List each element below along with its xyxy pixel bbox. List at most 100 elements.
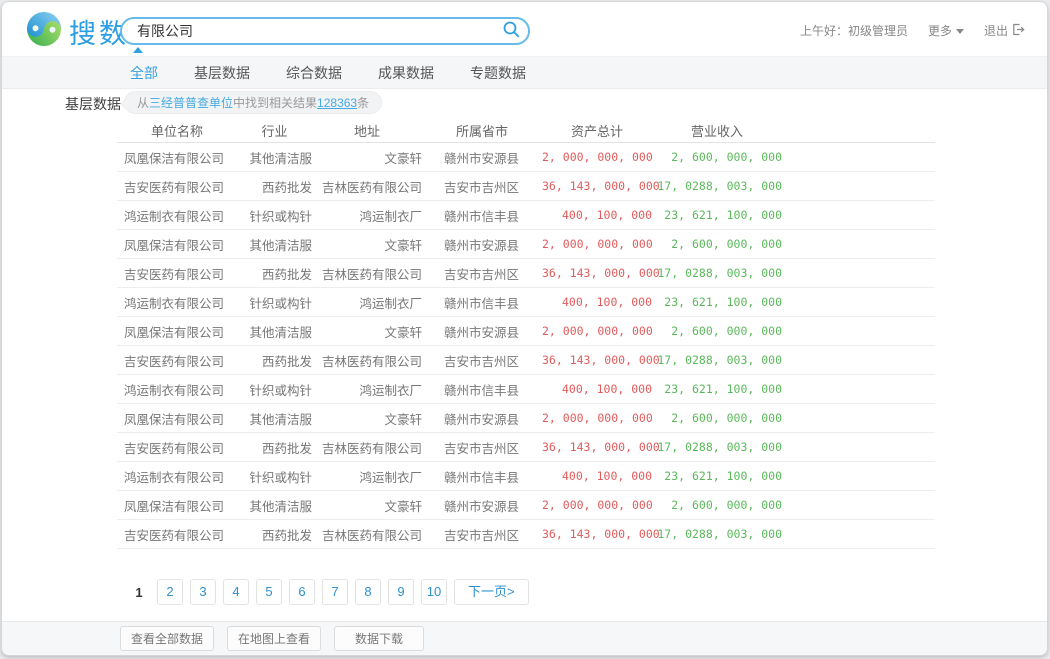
cell-province-city: 赣州市安源县 [422, 235, 542, 254]
cell-industry: 其他清洁服 [237, 496, 312, 515]
cell-address: 鸿运制衣厂 [312, 206, 422, 225]
table-row[interactable]: 凤凰保洁有限公司 其他清洁服 文豪轩 赣州市安源县 2, 000, 000, 0… [117, 317, 935, 346]
cell-company-name: 鸿运制衣有限公司 [117, 380, 237, 399]
tab-basic-data[interactable]: 基层数据 [194, 63, 250, 83]
cell-revenue: 17, 0288, 003, 000 [652, 266, 782, 280]
cell-province-city: 赣州市安源县 [422, 496, 542, 515]
page-button[interactable]: 6 [289, 579, 315, 605]
cell-revenue: 2, 600, 000, 000 [652, 324, 782, 338]
cell-company-name: 吉安医药有限公司 [117, 177, 237, 196]
cell-total-assets: 36, 143, 000, 000 [542, 353, 652, 367]
user-greeting: 上午好：初级管理员 [800, 22, 908, 39]
cell-total-assets: 2, 000, 000, 000 [542, 324, 652, 338]
table-body: 凤凰保洁有限公司 其他清洁服 文豪轩 赣州市安源县 2, 000, 000, 0… [117, 143, 935, 549]
col-header-address: 地址 [312, 121, 422, 140]
cell-province-city: 赣州市安源县 [422, 322, 542, 341]
cell-company-name: 吉安医药有限公司 [117, 438, 237, 457]
table-row[interactable]: 鸿运制衣有限公司 针织或构针 鸿运制衣厂 赣州市信丰县 400, 100, 00… [117, 288, 935, 317]
table-row[interactable]: 吉安医药有限公司 西药批发 吉林医药有限公司 吉安市吉州区 36, 143, 0… [117, 172, 935, 201]
more-menu[interactable]: 更多 [928, 22, 964, 39]
next-page-button[interactable]: 下一页> [454, 579, 529, 605]
cell-total-assets: 36, 143, 000, 000 [542, 440, 652, 454]
page-button[interactable]: 2 [157, 579, 183, 605]
cell-address: 吉林医药有限公司 [312, 438, 422, 457]
cell-industry: 针织或构针 [237, 467, 312, 486]
cell-company-name: 鸿运制衣有限公司 [117, 467, 237, 486]
cell-industry: 其他清洁服 [237, 322, 312, 341]
cell-company-name: 凤凰保洁有限公司 [117, 409, 237, 428]
result-summary: 基层数据 从三经普普查单位中找到相关结果128363条 [2, 90, 1047, 116]
col-header-industry: 行业 [237, 121, 312, 140]
page-button[interactable]: 7 [322, 579, 348, 605]
cell-revenue: 23, 621, 100, 000 [652, 469, 782, 483]
page-button[interactable]: 5 [256, 579, 282, 605]
cell-revenue: 2, 600, 000, 000 [652, 411, 782, 425]
table-header-row: 单位名称 行业 地址 所属省市 资产总计 营业收入 [117, 118, 935, 143]
cell-address: 文豪轩 [312, 148, 422, 167]
search-button[interactable] [494, 19, 528, 43]
page-button[interactable]: 8 [355, 579, 381, 605]
cell-industry: 西药批发 [237, 264, 312, 283]
search-input[interactable] [122, 23, 494, 39]
result-count-bubble: 从三经普普查单位中找到相关结果128363条 [124, 91, 382, 114]
cell-industry: 西药批发 [237, 177, 312, 196]
table-row[interactable]: 吉安医药有限公司 西药批发 吉林医药有限公司 吉安市吉州区 36, 143, 0… [117, 346, 935, 375]
page-button[interactable]: 10 [421, 579, 447, 605]
table-row[interactable]: 凤凰保洁有限公司 其他清洁服 文豪轩 赣州市安源县 2, 000, 000, 0… [117, 230, 935, 259]
cell-industry: 其他清洁服 [237, 148, 312, 167]
results-table: 单位名称 行业 地址 所属省市 资产总计 营业收入 凤凰保洁有限公司 其他清洁服… [117, 118, 935, 549]
cell-province-city: 吉安市吉州区 [422, 177, 542, 196]
page-button[interactable]: 3 [190, 579, 216, 605]
cell-province-city: 赣州市信丰县 [422, 293, 542, 312]
cell-company-name: 鸿运制衣有限公司 [117, 206, 237, 225]
cell-industry: 针织或构针 [237, 293, 312, 312]
table-row[interactable]: 鸿运制衣有限公司 针织或构针 鸿运制衣厂 赣州市信丰县 400, 100, 00… [117, 462, 935, 491]
tab-all[interactable]: 全部 [130, 63, 158, 83]
cell-address: 吉林医药有限公司 [312, 351, 422, 370]
logout-label: 退出 [984, 22, 1008, 39]
table-row[interactable]: 鸿运制衣有限公司 针织或构针 鸿运制衣厂 赣州市信丰县 400, 100, 00… [117, 375, 935, 404]
cell-total-assets: 2, 000, 000, 000 [542, 498, 652, 512]
page-button[interactable]: 4 [223, 579, 249, 605]
cell-company-name: 凤凰保洁有限公司 [117, 235, 237, 254]
col-header-revenue: 营业收入 [652, 121, 782, 140]
page-card: 搜数 上午好：初级管理员 更多 退出 [1, 1, 1048, 656]
table-row[interactable]: 凤凰保洁有限公司 其他清洁服 文豪轩 赣州市安源县 2, 000, 000, 0… [117, 143, 935, 172]
logout-button[interactable]: 退出 [984, 22, 1025, 39]
table-row[interactable]: 鸿运制衣有限公司 针织或构针 鸿运制衣厂 赣州市信丰县 400, 100, 00… [117, 201, 935, 230]
cell-province-city: 吉安市吉州区 [422, 525, 542, 544]
summary-suffix: 条 [357, 96, 369, 110]
tab-achievement-data[interactable]: 成果数据 [378, 63, 434, 83]
cell-address: 文豪轩 [312, 322, 422, 341]
view-on-map-button[interactable]: 在地图上查看 [227, 626, 321, 651]
cell-total-assets: 36, 143, 000, 000 [542, 266, 652, 280]
cell-total-assets: 400, 100, 000 [542, 208, 652, 222]
cell-total-assets: 2, 000, 000, 000 [542, 411, 652, 425]
table-row[interactable]: 凤凰保洁有限公司 其他清洁服 文豪轩 赣州市安源县 2, 000, 000, 0… [117, 404, 935, 433]
cell-company-name: 吉安医药有限公司 [117, 525, 237, 544]
source-link[interactable]: 三经普普查单位 [149, 96, 233, 110]
result-count-link[interactable]: 128363 [317, 96, 357, 110]
table-row[interactable]: 吉安医药有限公司 西药批发 吉林医药有限公司 吉安市吉州区 36, 143, 0… [117, 520, 935, 549]
cell-province-city: 吉安市吉州区 [422, 351, 542, 370]
cell-company-name: 凤凰保洁有限公司 [117, 148, 237, 167]
cell-company-name: 吉安医药有限公司 [117, 351, 237, 370]
cell-revenue: 23, 621, 100, 000 [652, 208, 782, 222]
data-download-button[interactable]: 数据下载 [334, 626, 424, 651]
cell-company-name: 凤凰保洁有限公司 [117, 496, 237, 515]
tab-comprehensive-data[interactable]: 综合数据 [286, 63, 342, 83]
summary-middle: 中找到相关结果 [233, 96, 317, 110]
table-row[interactable]: 吉安医药有限公司 西药批发 吉林医药有限公司 吉安市吉州区 36, 143, 0… [117, 259, 935, 288]
tab-topic-data[interactable]: 专题数据 [470, 63, 526, 83]
cell-revenue: 17, 0288, 003, 000 [652, 353, 782, 367]
table-row[interactable]: 吉安医药有限公司 西药批发 吉林医药有限公司 吉安市吉州区 36, 143, 0… [117, 433, 935, 462]
cell-province-city: 赣州市安源县 [422, 409, 542, 428]
logout-icon [1012, 23, 1025, 39]
cell-revenue: 23, 621, 100, 000 [652, 382, 782, 396]
view-all-data-button[interactable]: 查看全部数据 [120, 626, 214, 651]
page-button[interactable]: 9 [388, 579, 414, 605]
current-page: 1 [128, 585, 150, 600]
table-row[interactable]: 凤凰保洁有限公司 其他清洁服 文豪轩 赣州市安源县 2, 000, 000, 0… [117, 491, 935, 520]
user-bar: 上午好：初级管理员 更多 退出 [800, 22, 1025, 39]
brand-logo[interactable]: 搜数 [26, 11, 129, 52]
